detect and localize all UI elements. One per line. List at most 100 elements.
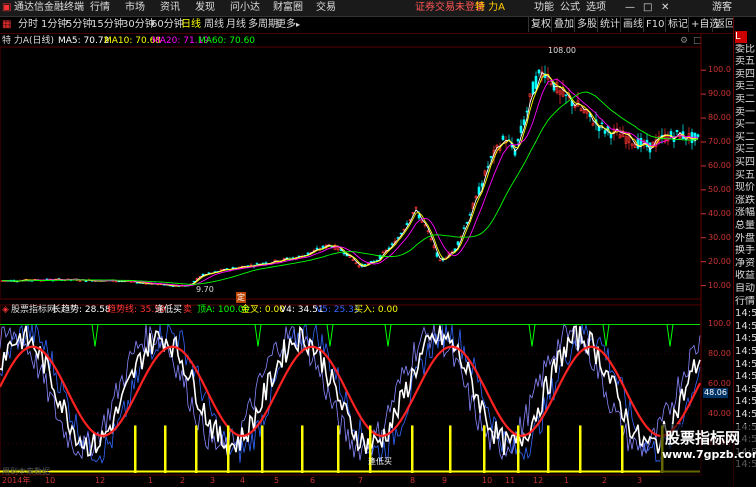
- candle-body: [315, 247, 319, 250]
- period-tab[interactable]: 30分钟: [122, 18, 155, 32]
- close-icon[interactable]: ✕: [661, 1, 669, 15]
- candle-body: [405, 223, 409, 226]
- period-tab-active[interactable]: 日线: [181, 18, 201, 32]
- tool-overlay[interactable]: 叠加: [551, 17, 576, 32]
- side-panel-item[interactable]: 14:56: [735, 308, 756, 320]
- watermark-title: 股票指标网: [665, 429, 741, 447]
- side-panel-item[interactable]: 卖二: [735, 94, 756, 106]
- side-panel-item[interactable]: 买五: [735, 170, 756, 182]
- side-panel-item[interactable]: 14:56: [735, 359, 756, 371]
- tool-fuquan[interactable]: 复权: [528, 17, 553, 32]
- grid-icon[interactable]: ▦: [2, 18, 11, 32]
- top-a-marker: [528, 324, 536, 347]
- side-panel-item[interactable]: 外盘: [735, 233, 756, 245]
- candle-body: [600, 122, 604, 124]
- period-tab[interactable]: 周线: [204, 18, 224, 32]
- chevron-right-icon[interactable]: ▸: [296, 18, 300, 32]
- side-panel-item[interactable]: 净资: [735, 258, 756, 270]
- side-panel-item[interactable]: 换手: [735, 245, 756, 257]
- side-panel-item[interactable]: 14:56: [735, 409, 756, 421]
- buy-in-bar: [517, 425, 520, 473]
- side-panel-item[interactable]: 卖四: [735, 69, 756, 81]
- candle-body: [255, 263, 259, 265]
- period-tab-more[interactable]: 更多: [276, 18, 296, 32]
- side-panel-item[interactable]: 14:56: [735, 384, 756, 396]
- legend-v5: V5: 25.31: [316, 305, 360, 315]
- side-panel-item[interactable]: 买一: [735, 119, 756, 131]
- x-axis-label: 6: [310, 476, 316, 485]
- tool-f10[interactable]: F10: [643, 17, 666, 32]
- tool-statistics[interactable]: 统计: [597, 17, 622, 32]
- period-tab[interactable]: 多周期: [248, 18, 278, 32]
- menu-item[interactable]: 选项: [586, 1, 606, 15]
- price-axis-label: 90.00: [708, 89, 731, 99]
- candle-body: [501, 135, 505, 140]
- top-a-marker: [326, 324, 334, 347]
- menu-item[interactable]: 行情: [90, 1, 110, 15]
- menu-item[interactable]: 公式: [560, 1, 580, 15]
- period-tab[interactable]: 5分钟: [66, 18, 92, 32]
- x-axis-label: 5: [274, 476, 280, 485]
- buy-in-bar: [337, 425, 340, 473]
- side-panel-item[interactable]: 买二: [735, 132, 756, 144]
- menu-item[interactable]: 财富圈: [273, 1, 303, 15]
- ma5-line: [2, 71, 699, 287]
- side-panel-item[interactable]: 买四: [735, 157, 756, 169]
- menu-item[interactable]: 功能: [534, 1, 554, 15]
- side-panel-item[interactable]: 14:56: [735, 333, 756, 345]
- v5-line: [0, 323, 701, 465]
- price-axis-label: 50.00: [708, 184, 731, 194]
- menu-item[interactable]: 问小达: [230, 1, 260, 15]
- side-panel-item[interactable]: 卖三: [735, 81, 756, 93]
- side-panel-item[interactable]: 涨幅: [735, 207, 756, 219]
- quote-side-panel[interactable]: L 委比 卖五 卖四 卖三 卖二 卖一 买一 买二 买三 买四 买五 现价 涨跌 涨幅 总量 外盘 换手 净资 收益自…: [733, 17, 756, 487]
- side-panel-item[interactable]: 卖五: [735, 56, 756, 68]
- buy-in-bar: [547, 425, 550, 473]
- side-panel-item[interactable]: L: [735, 31, 747, 43]
- candle-body: [696, 134, 700, 137]
- side-panel-item[interactable]: 现价: [735, 182, 756, 194]
- menu-item[interactable]: 资讯: [160, 1, 180, 15]
- period-tab[interactable]: 月线: [226, 18, 246, 32]
- minimize-icon[interactable]: —: [625, 1, 635, 15]
- tool-multistock[interactable]: 多股: [574, 17, 599, 32]
- tool-mark[interactable]: 标记: [665, 17, 690, 32]
- side-panel-item[interactable]: 14:56: [735, 371, 756, 383]
- user-label[interactable]: 游客: [712, 1, 732, 15]
- candle-body: [564, 94, 568, 96]
- chart-area[interactable]: [0, 33, 733, 476]
- ma10-line: [2, 73, 699, 287]
- low-price-label: 9.70: [196, 285, 214, 294]
- top-a-marker: [91, 324, 99, 347]
- side-panel-item[interactable]: 买三: [735, 144, 756, 156]
- side-panel-item[interactable]: 卖一: [735, 107, 756, 119]
- v5b-line: [0, 323, 701, 461]
- side-panel-item[interactable]: 委比: [735, 44, 756, 56]
- x-axis-label: 8: [410, 476, 416, 485]
- menu-item[interactable]: 发现: [195, 1, 215, 15]
- buy-in-bar: [301, 425, 304, 473]
- top-a-marker: [666, 324, 674, 347]
- period-tab[interactable]: 15分钟: [91, 18, 124, 32]
- candle-body: [609, 133, 613, 139]
- tool-drawline[interactable]: 画线: [620, 17, 645, 32]
- event-marker[interactable]: 定: [236, 292, 246, 303]
- side-panel-item[interactable]: 总量: [735, 220, 756, 232]
- period-tab[interactable]: 分时: [18, 18, 38, 32]
- side-panel-item[interactable]: 14:56: [735, 346, 756, 358]
- maximize-icon[interactable]: □: [643, 1, 652, 15]
- candle-body: [531, 81, 535, 95]
- x-axis-label: 10: [45, 476, 56, 485]
- side-panel-item[interactable]: 收益: [735, 270, 756, 282]
- period-tab[interactable]: 1分钟: [41, 18, 67, 32]
- side-panel-item[interactable]: 涨跌: [735, 195, 756, 207]
- side-panel-item[interactable]: 14:56: [735, 396, 756, 408]
- candle-body: [639, 138, 643, 146]
- legend-sell: 卖: [183, 305, 193, 315]
- menu-item[interactable]: 交易: [316, 1, 336, 15]
- menu-item[interactable]: 市场: [125, 1, 145, 15]
- side-panel-item[interactable]: 14:56: [735, 321, 756, 333]
- side-panel-item[interactable]: 自动: [735, 283, 756, 295]
- side-panel-item[interactable]: 行情: [735, 296, 756, 308]
- period-tab[interactable]: 60分钟: [151, 18, 184, 32]
